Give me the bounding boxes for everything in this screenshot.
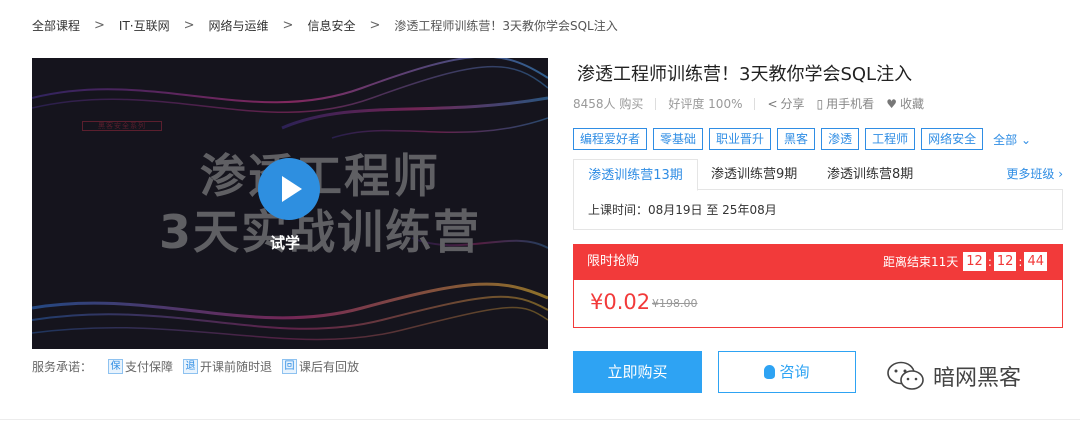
wechat-watermark: 暗网黑客 bbox=[887, 360, 1021, 392]
replay-icon: 回 bbox=[282, 359, 298, 374]
countdown-minutes: 12 bbox=[993, 252, 1017, 271]
all-tags-label: 全部 bbox=[993, 132, 1018, 147]
breadcrumb: 全部课程 > IT·互联网 > 网络与运维 > 信息安全 > 渗透工程师训练营！… bbox=[32, 17, 618, 34]
more-classes-label: 更多班级 bbox=[1006, 167, 1055, 181]
original-price: ¥198.00 bbox=[652, 297, 698, 310]
mobile-watch-label: 用手机看 bbox=[826, 97, 875, 111]
more-classes-link[interactable]: 更多班级 › bbox=[1006, 159, 1063, 190]
service-item-text: 支付保障 bbox=[125, 360, 174, 374]
countdown-seconds: 44 bbox=[1024, 252, 1047, 271]
qq-icon bbox=[764, 365, 776, 379]
meta-divider bbox=[754, 97, 756, 110]
buy-now-button[interactable]: 立即购买 bbox=[573, 351, 702, 393]
class-tabs: 渗透训练营13期 渗透训练营9期 渗透训练营8期 更多班级 › bbox=[573, 159, 1063, 191]
consult-label: 咨询 bbox=[779, 363, 810, 381]
heart-icon: ♥ bbox=[886, 96, 897, 111]
tag-penetration[interactable]: 渗透 bbox=[821, 128, 860, 150]
service-promise: 服务承诺： 保 支付保障 退 开课前随时退 回 课后有回放 bbox=[32, 358, 369, 375]
share-label: 分享 bbox=[780, 97, 805, 111]
breadcrumb-separator: > bbox=[183, 18, 195, 33]
video-cover-title: 渗透工程师 3天实战训练营 bbox=[120, 148, 520, 260]
countdown-colon: : bbox=[1018, 254, 1023, 269]
service-item-payment: 保 支付保障 bbox=[108, 358, 173, 375]
buyer-count: 8458人 购买 bbox=[573, 97, 644, 111]
flash-sale-header: 限时抢购 距离结束11天 12 : 12 : 44 bbox=[573, 244, 1063, 280]
tag-zero-basics[interactable]: 零基础 bbox=[653, 128, 704, 150]
service-item-replay: 回 课后有回放 bbox=[282, 358, 359, 375]
rating: 好评度 100% bbox=[668, 97, 743, 111]
breadcrumb-all-courses[interactable]: 全部课程 bbox=[32, 17, 80, 34]
service-item-text: 开课前随时退 bbox=[200, 360, 273, 374]
payment-guarantee-icon: 保 bbox=[108, 359, 124, 374]
watermark-text: 暗网黑客 bbox=[933, 366, 1022, 391]
wechat-icon bbox=[887, 361, 924, 390]
section-divider bbox=[0, 419, 1080, 420]
sale-price: ¥0.02 bbox=[590, 290, 651, 314]
tab-class-8[interactable]: 渗透训练营8期 bbox=[827, 159, 913, 191]
tag-network-security[interactable]: 网络安全 bbox=[921, 128, 984, 150]
favorite-button[interactable]: ♥ 收藏 bbox=[886, 95, 924, 112]
breadcrumb-info-security[interactable]: 信息安全 bbox=[307, 17, 355, 34]
play-icon bbox=[282, 176, 302, 202]
breadcrumb-separator: > bbox=[369, 18, 381, 33]
breadcrumb-current-course: 渗透工程师训练营！3天教你学会SQL注入 bbox=[394, 19, 618, 33]
trial-label[interactable]: 试学 bbox=[270, 232, 300, 253]
consult-button[interactable]: 咨询 bbox=[718, 351, 856, 393]
course-video-preview[interactable]: 黑客安全系列 渗透工程师 3天实战训练营 试学 bbox=[32, 58, 548, 349]
play-button[interactable] bbox=[258, 158, 320, 220]
tag-hacker[interactable]: 黑客 bbox=[777, 128, 816, 150]
flash-sale-label: 限时抢购 bbox=[587, 254, 640, 269]
price-box: ¥0.02 ¥198.00 bbox=[573, 280, 1063, 328]
meta-divider bbox=[655, 97, 657, 110]
chevron-down-icon: ⌄ bbox=[1020, 132, 1032, 147]
countdown-hours: 12 bbox=[963, 252, 986, 271]
video-series-label: 黑客安全系列 bbox=[82, 121, 162, 131]
tab-class-9[interactable]: 渗透训练营9期 bbox=[711, 159, 797, 191]
breadcrumb-it-internet[interactable]: IT·互联网 bbox=[119, 17, 170, 34]
chevron-right-icon: › bbox=[1058, 167, 1063, 181]
course-title: 渗透工程师训练营！3天教你学会SQL注入 bbox=[577, 64, 913, 85]
service-item-refund: 退 开课前随时退 bbox=[183, 358, 272, 375]
video-cover-title-line1: 渗透工程师 bbox=[200, 149, 440, 203]
refund-icon: 退 bbox=[183, 359, 199, 374]
tab-class-13[interactable]: 渗透训练营13期 bbox=[573, 159, 698, 191]
all-tags-toggle[interactable]: 全部 ⌄ bbox=[993, 131, 1031, 148]
share-button[interactable]: < 分享 bbox=[767, 95, 804, 112]
share-icon: < bbox=[767, 96, 778, 111]
tag-programming-lover[interactable]: 编程爱好者 bbox=[573, 128, 648, 150]
breadcrumb-separator: > bbox=[94, 18, 105, 33]
tag-career-promotion[interactable]: 职业晋升 bbox=[709, 128, 772, 150]
breadcrumb-separator: > bbox=[282, 18, 294, 33]
class-schedule: 上课时间：08月19日 至 25年08月 bbox=[573, 190, 1063, 230]
course-meta: 8458人 购买 好评度 100% < 分享 ▯ 用手机看 ♥ 收藏 bbox=[573, 95, 936, 112]
countdown-label: 距离结束11天 bbox=[882, 255, 959, 269]
countdown: 距离结束11天 12 : 12 : 44 bbox=[883, 252, 1049, 271]
course-tags: 编程爱好者 零基础 职业晋升 黑客 渗透 工程师 网络安全 全部 ⌄ bbox=[573, 128, 1031, 150]
mobile-watch-button[interactable]: ▯ 用手机看 bbox=[817, 95, 875, 112]
breadcrumb-network-ops[interactable]: 网络与运维 bbox=[209, 17, 269, 34]
video-cover-title-line2: 3天实战训练营 bbox=[158, 205, 481, 259]
phone-icon: ▯ bbox=[816, 96, 824, 111]
service-promise-label: 服务承诺： bbox=[32, 360, 93, 374]
tag-engineer[interactable]: 工程师 bbox=[865, 128, 916, 150]
countdown-colon: : bbox=[987, 254, 992, 269]
service-item-text: 课后有回放 bbox=[299, 360, 360, 374]
favorite-label: 收藏 bbox=[899, 97, 924, 111]
